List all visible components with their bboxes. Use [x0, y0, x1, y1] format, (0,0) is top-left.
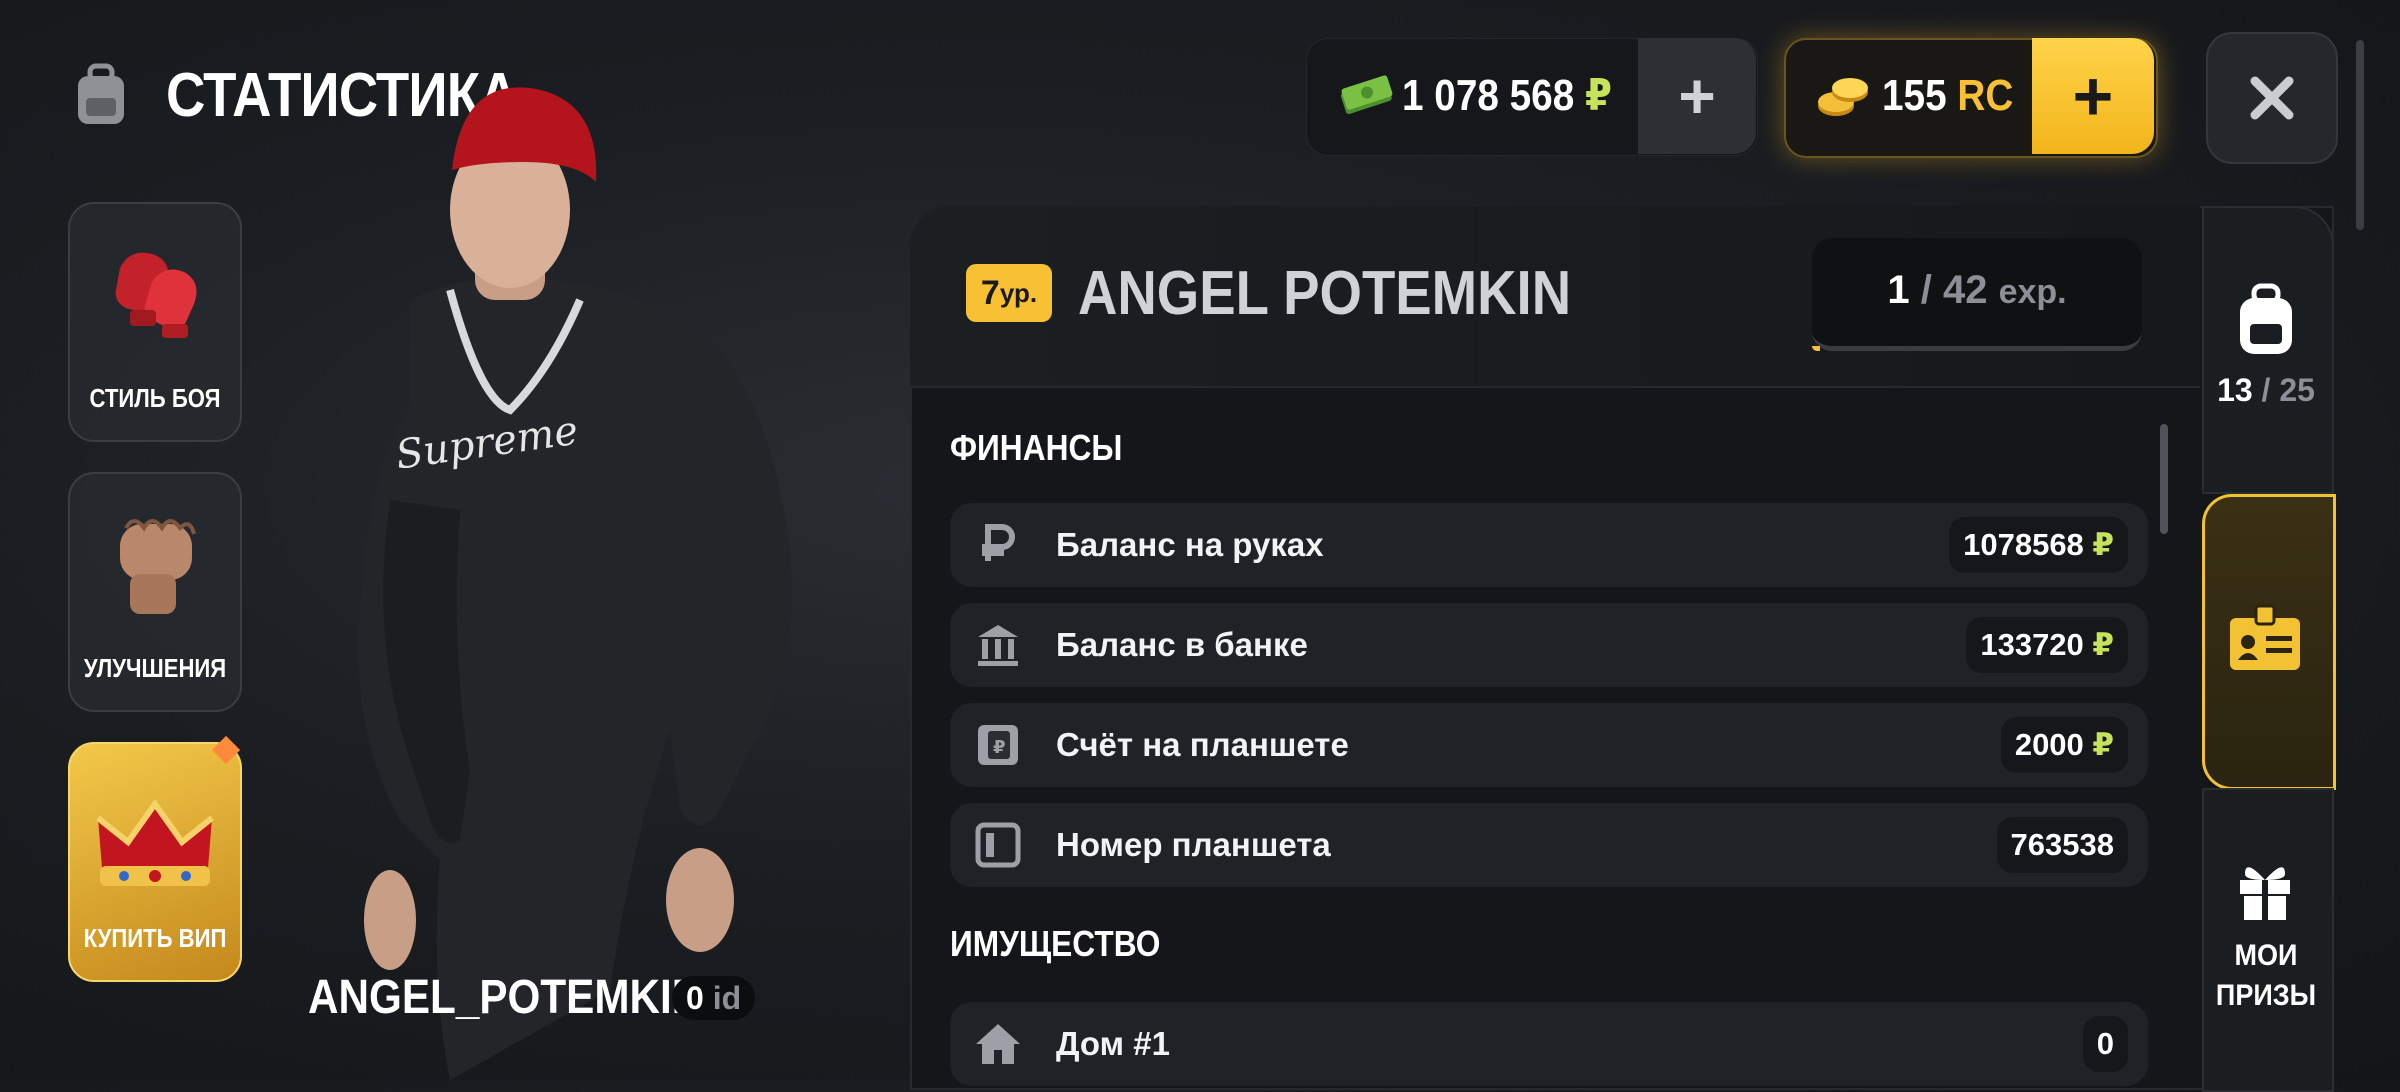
finance-value: 2000 ₽: [2000, 717, 2128, 773]
finance-value: 1078568 ₽: [1949, 517, 2128, 573]
player-name: ANGEL POTEMKIN: [1078, 259, 1572, 328]
property-row-house: Дом #1 0: [950, 1002, 2148, 1086]
upgrades-button[interactable]: УЛУЧШЕНИЯ: [68, 472, 242, 712]
fight-style-label: СТИЛЬ БОЯ: [89, 383, 221, 413]
coins-balance: 155 RC: [1882, 71, 2014, 120]
add-coins-button[interactable]: +: [2032, 38, 2154, 154]
ruble-icon: [982, 524, 1015, 561]
svg-text:₽: ₽: [993, 737, 1006, 758]
fist-icon: [120, 519, 196, 614]
coins-icon: [1818, 78, 1868, 116]
house-icon: [976, 1024, 1020, 1064]
finance-label: Баланс на руках: [1056, 526, 1324, 563]
finance-row-cash: Баланс на руках 1078568 ₽: [950, 503, 2148, 587]
backpack-icon: [2240, 283, 2292, 354]
buy-vip-button[interactable]: КУПИТЬ ВИП: [68, 735, 242, 982]
finance-value: 133720 ₽: [1966, 617, 2128, 673]
finance-label: Номер планшета: [1056, 826, 1331, 863]
property-label: Дом #1: [1056, 1025, 1170, 1062]
level-badge: 7 ур.: [966, 264, 1052, 322]
bank-icon: [978, 625, 1018, 666]
finance-label: Баланс в банке: [1056, 626, 1308, 663]
add-cash-button[interactable]: +: [1638, 38, 1756, 154]
backpack-icon: [78, 63, 124, 124]
property-title: ИМУЩЕСТВО: [950, 923, 1161, 964]
my-prizes-label: МОИ ПРИЗЫ: [2215, 939, 2317, 1012]
finance-row-tablet-balance: ₽ Счёт на планшете 2000 ₽: [950, 703, 2148, 787]
edge-handle: [2356, 40, 2364, 230]
close-icon: [2250, 76, 2294, 120]
cash-balance: 1 078 568 ₽: [1402, 71, 1612, 120]
character-id-badge: 0 id: [672, 976, 756, 1020]
exp-value: 1 / 42 exp.: [1887, 268, 2067, 312]
tablet-icon: [975, 822, 1021, 868]
character-name: ANGEL_POTEMKIN: [308, 971, 703, 1024]
diamond-badge-icon: [211, 735, 241, 765]
finance-row-bank: Баланс в банке 133720 ₽: [950, 603, 2148, 687]
boxing-gloves-icon: [115, 252, 197, 338]
finance-label: Счёт на планшете: [1056, 726, 1349, 763]
id-card-icon: [2230, 604, 2300, 670]
cash-icon: [1340, 75, 1393, 115]
tablet-wallet-icon: ₽: [978, 725, 1018, 765]
crown-icon: [96, 798, 214, 886]
inventory-count: 13 / 25: [2217, 372, 2315, 408]
upgrades-label: УЛУЧШЕНИЯ: [83, 653, 227, 683]
property-value: 0: [2082, 1016, 2128, 1072]
character-model: Supreme: [358, 87, 792, 1080]
finance-row-tablet-number: Номер планшета 763538: [950, 803, 2148, 887]
close-button[interactable]: [2206, 32, 2338, 164]
buy-vip-label: КУПИТЬ ВИП: [83, 923, 227, 953]
fight-style-button[interactable]: СТИЛЬ БОЯ: [68, 202, 242, 442]
gift-icon: [2240, 867, 2290, 920]
finance-value: 763538: [1996, 817, 2128, 873]
stats-scrollbar[interactable]: [2160, 424, 2168, 534]
finances-title: ФИНАНСЫ: [950, 427, 1123, 468]
